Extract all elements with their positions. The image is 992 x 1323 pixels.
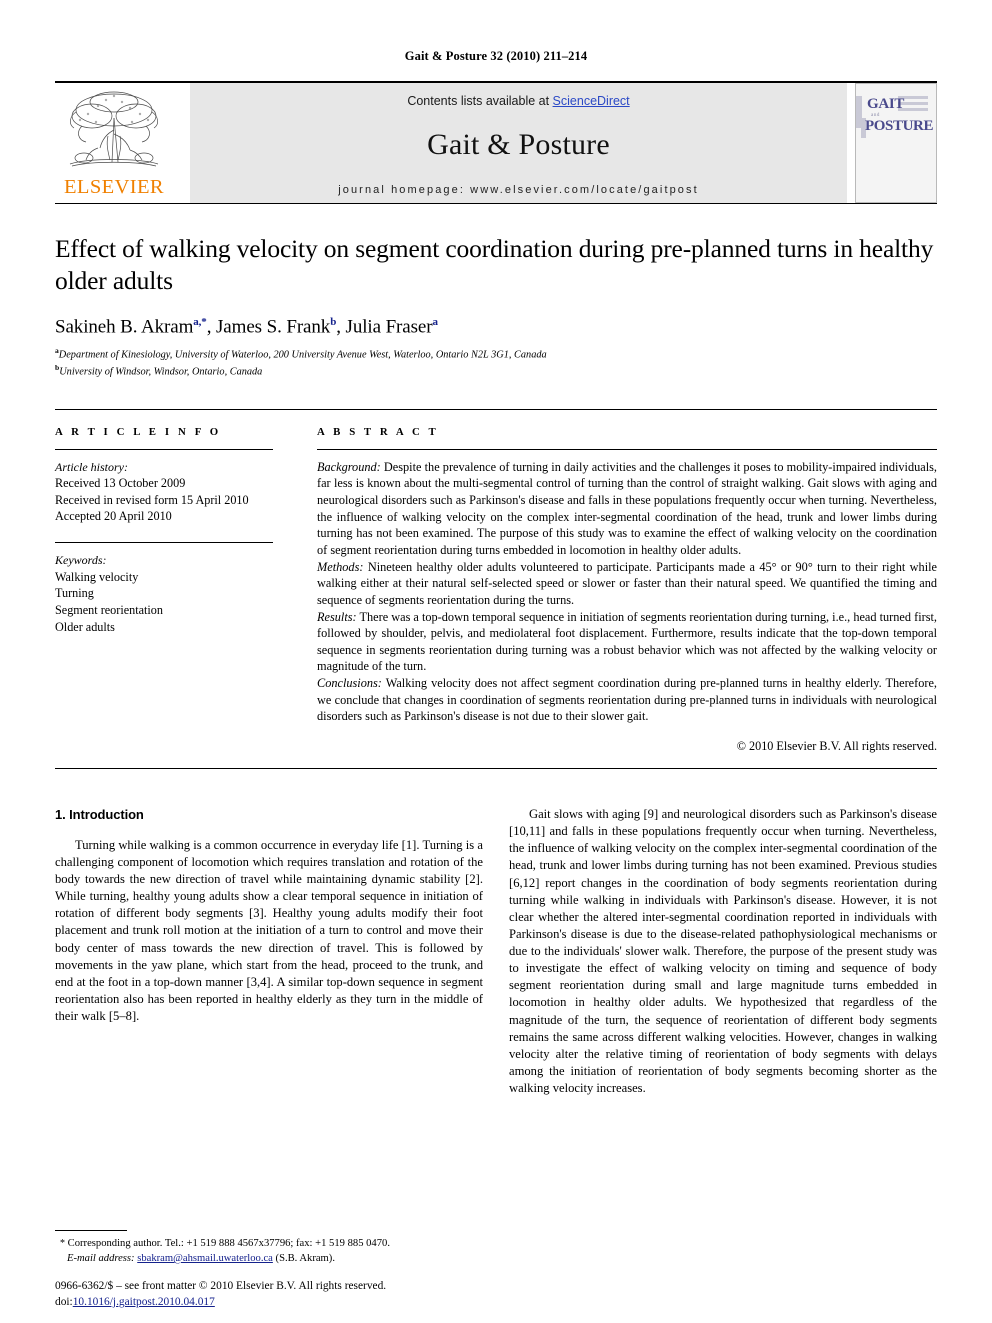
abstract-background-label: Background:: [317, 459, 381, 474]
abstract-rule: [317, 448, 937, 450]
abstract-background-text: Despite the prevalence of turning in dai…: [317, 459, 937, 557]
journal-homepage[interactable]: journal homepage: www.elsevier.com/locat…: [338, 184, 699, 196]
imprint-doi-line: doi:10.1016/j.gaitpost.2010.04.017: [55, 1295, 386, 1311]
author-list: Sakineh B. Akrama,*, James S. Frankb, Ju…: [55, 316, 438, 338]
abstract-results: Results: There was a top-down temporal s…: [317, 609, 937, 676]
masthead-center: Contents lists available at ScienceDirec…: [190, 83, 847, 203]
keywords-rule: [55, 542, 273, 544]
author-3: Julia Fraser: [345, 316, 433, 338]
abstract-copyright: © 2010 Elsevier B.V. All rights reserved…: [736, 739, 937, 754]
keywords-block: Keywords: Walking velocity Turning Segme…: [55, 552, 273, 635]
article-info-heading: A R T I C L E I N F O: [55, 425, 222, 438]
affiliation-b: bUniversity of Windsor, Windsor, Ontario…: [55, 363, 937, 380]
running-head: Gait & Posture 32 (2010) 211–214: [404, 49, 588, 63]
cover-title-posture: POSTURE: [865, 118, 934, 134]
email-address-label: E-mail address:: [67, 1252, 135, 1264]
keyword-item-3: Segment reorientation: [55, 603, 163, 617]
corresponding-author-text: Corresponding author. Tel.: +1 519 888 4…: [65, 1237, 390, 1249]
imprint-front-matter: 0966-6362/$ – see front matter © 2010 El…: [55, 1280, 387, 1293]
keyword-item-4: Older adults: [55, 619, 115, 634]
body-column-right: Gait slows with aging [9] and neurologic…: [509, 806, 937, 1097]
sciencedirect-link[interactable]: ScienceDirect: [553, 94, 630, 108]
article-info-rule: [55, 448, 273, 450]
abstract-conclusions-text: Walking velocity does not affect segment…: [317, 676, 937, 724]
page-title: Effect of walking velocity on segment co…: [55, 234, 934, 295]
abstract-background: Background: Despite the prevalence of tu…: [317, 459, 937, 559]
footnote-rule: [55, 1229, 127, 1231]
abstract-column: A B S T R A C T Background: Despite the …: [307, 426, 937, 755]
imprint-block: 0966-6362/$ – see front matter © 2010 El…: [55, 1279, 386, 1311]
elsevier-tree-icon: [69, 91, 159, 167]
history-item-revised: Received in revised form 15 April 2010: [55, 492, 249, 507]
affiliation-a-text: Department of Kinesiology, University of…: [58, 348, 547, 360]
abstract-results-text: There was a top-down temporal sequence i…: [317, 609, 937, 674]
keyword-item-2: Turning: [55, 586, 94, 601]
author-2: James S. Frank: [216, 316, 331, 338]
abstract-results-label: Results:: [317, 609, 357, 624]
footnote-area: * Corresponding author. Tel.: +1 519 888…: [55, 1229, 485, 1266]
masthead-bottom-rule: [55, 203, 937, 204]
cover-title-gait: GAIT: [867, 96, 905, 112]
abstract-conclusions-label: Conclusions:: [317, 676, 382, 691]
paper-page: Gait & Posture 32 (2010) 211–214 ELSEVIE…: [0, 0, 992, 1323]
abstract-methods: Methods: Nineteen healthy older adults v…: [317, 559, 937, 609]
corresponding-author-note: * Corresponding author. Tel.: +1 519 888…: [55, 1236, 485, 1266]
body-columns: 1. Introduction Turning while walking is…: [55, 806, 937, 1097]
journal-cover-thumbnail: GAIT and POSTURE: [855, 83, 937, 203]
keywords-label: Keywords:: [55, 553, 107, 568]
journal-title: Gait & Posture: [427, 128, 610, 161]
introduction-paragraph-left: Turning while walking is a common occurr…: [55, 837, 483, 1024]
keyword-item-1: Walking velocity: [55, 569, 139, 584]
abstract-body: Background: Despite the prevalence of tu…: [317, 459, 937, 726]
abstract-methods-label: Methods:: [317, 559, 364, 574]
abstract-bottom-rule: [55, 768, 937, 770]
history-item-accepted: Accepted 20 April 2010: [55, 509, 172, 524]
article-info-column: A R T I C L E I N F O Article history: R…: [55, 426, 307, 755]
abstract-conclusions: Conclusions: Walking velocity does not a…: [317, 675, 937, 725]
history-item-received: Received 13 October 2009: [55, 476, 186, 491]
contents-prefix: Contents lists available at: [407, 94, 553, 108]
introduction-paragraph-right: Gait slows with aging [9] and neurologic…: [509, 807, 937, 1096]
affiliation-a: aDepartment of Kinesiology, University o…: [55, 346, 937, 363]
abstract-heading: A B S T R A C T: [317, 425, 439, 438]
elsevier-logo: ELSEVIER: [55, 83, 173, 203]
journal-masthead: ELSEVIER Contents lists available at Sci…: [55, 81, 937, 203]
email-owner: (S.B. Akram).: [272, 1252, 335, 1264]
author-1-sup: a,*: [193, 316, 207, 329]
article-history-block: Article history: Received 13 October 200…: [55, 459, 273, 526]
author-3-sup: a: [432, 316, 438, 329]
elsevier-wordmark: ELSEVIER: [64, 176, 164, 198]
doi-label: doi:: [55, 1296, 73, 1309]
abstract-methods-text: Nineteen healthy older adults volunteere…: [317, 559, 937, 607]
contents-available-line: Contents lists available at ScienceDirec…: [407, 94, 629, 108]
author-1: Sakineh B. Akram: [55, 316, 194, 338]
body-column-left: 1. Introduction Turning while walking is…: [55, 806, 483, 1097]
article-history-label: Article history:: [55, 459, 128, 474]
author-2-sup: b: [330, 316, 337, 329]
doi-link[interactable]: 10.1016/j.gaitpost.2010.04.017: [73, 1296, 215, 1308]
info-abstract-section: A R T I C L E I N F O Article history: R…: [55, 408, 937, 755]
introduction-heading: 1. Introduction: [55, 807, 144, 823]
email-link[interactable]: sbakram@ahsmail.uwaterloo.ca: [137, 1253, 273, 1264]
affiliation-b-text: University of Windsor, Windsor, Ontario,…: [59, 366, 263, 377]
